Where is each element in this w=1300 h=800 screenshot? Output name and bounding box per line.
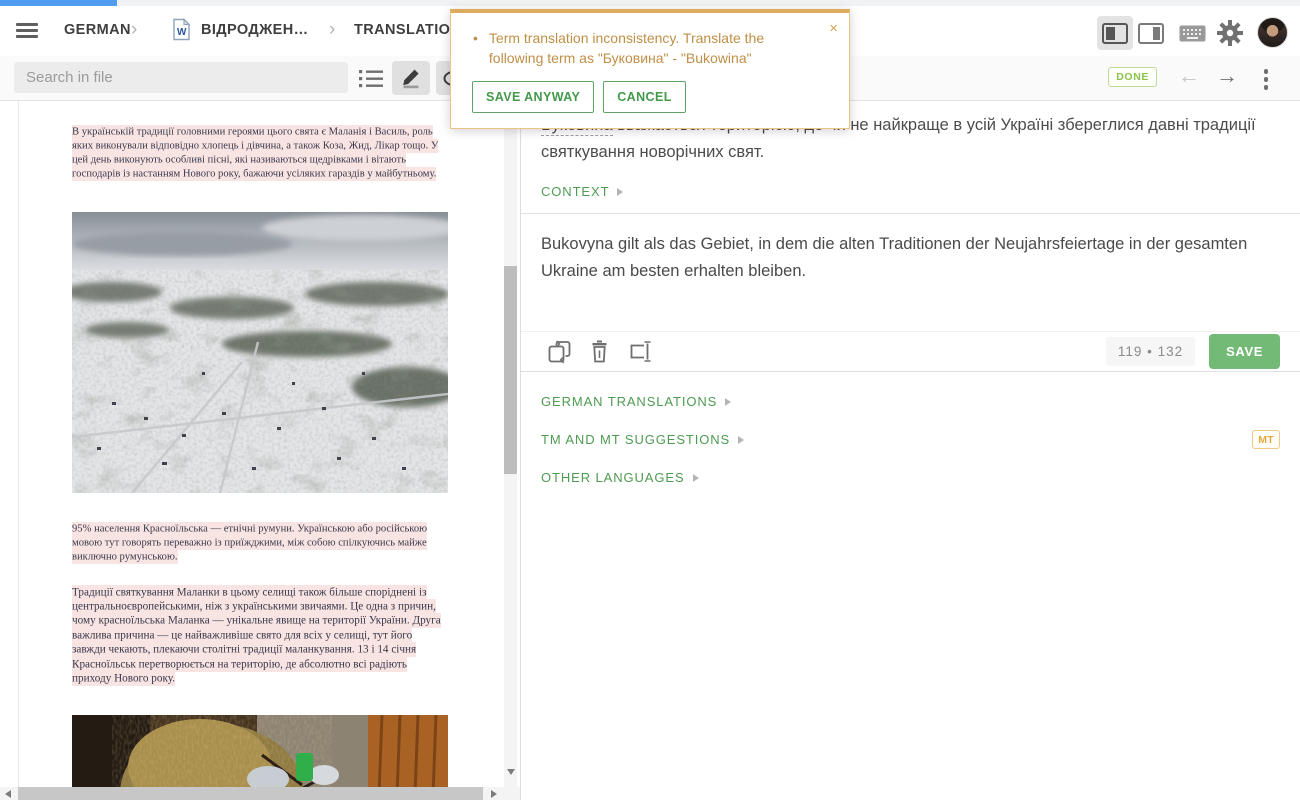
- gear-icon: [1217, 20, 1243, 46]
- translation-block: Bukovyna gilt als das Gebiet, in dem die…: [521, 214, 1300, 332]
- other-languages-toggle[interactable]: OTHER LANGUAGES: [541, 470, 1280, 485]
- document-segment[interactable]: В українській традиції головними героями…: [72, 125, 448, 182]
- menu-button[interactable]: [16, 23, 38, 39]
- character-counter: 119 • 132: [1106, 337, 1195, 366]
- document-segment[interactable]: Традиції святкування Маланки в цьому сел…: [72, 585, 448, 686]
- strings-list-button[interactable]: [352, 61, 390, 95]
- next-string-button[interactable]: →: [1216, 63, 1238, 89]
- settings-button[interactable]: [1212, 16, 1248, 50]
- clear-translation-button[interactable]: [590, 340, 609, 363]
- select-all-button[interactable]: [628, 340, 653, 363]
- chevron-right-icon: ›: [131, 19, 137, 41]
- avatar[interactable]: [1257, 17, 1288, 48]
- breadcrumb-file[interactable]: ВІДРОДЖЕН…: [201, 22, 308, 38]
- document-image-aerial-village: [72, 212, 448, 493]
- save-button[interactable]: SAVE: [1209, 334, 1280, 369]
- pencil-icon: [401, 68, 422, 89]
- comfortable-view-button[interactable]: [1133, 16, 1169, 50]
- close-icon[interactable]: ×: [829, 21, 838, 36]
- warning-message: Term translation inconsistency. Translat…: [489, 28, 815, 68]
- side-by-side-view-button[interactable]: [1097, 16, 1133, 50]
- copy-source-button[interactable]: [548, 340, 571, 364]
- keyboard-shortcuts-button[interactable]: [1174, 16, 1210, 50]
- previous-string-button[interactable]: ←: [1178, 63, 1200, 89]
- string-status-badge: DONE: [1108, 67, 1157, 87]
- translation-input[interactable]: Bukovyna gilt als das Gebiet, in dem die…: [541, 231, 1280, 285]
- bullet-icon: •: [473, 28, 478, 68]
- document-segment[interactable]: 95% населення Красноїльська — етнічні ру…: [72, 522, 448, 565]
- expand-triangle-icon: [738, 436, 744, 444]
- scroll-down-arrow[interactable]: [507, 769, 515, 775]
- translation-action-bar: 119 • 132 SAVE: [521, 332, 1300, 372]
- breadcrumb-language[interactable]: GERMAN: [64, 22, 131, 38]
- word-file-icon: W: [172, 18, 191, 41]
- cancel-button[interactable]: CANCEL: [603, 81, 685, 113]
- horizontal-scrollbar-thumb[interactable]: [18, 787, 483, 800]
- document-preview-panel: В українській традиції головними героями…: [0, 101, 520, 800]
- keyboard-icon: [1179, 25, 1206, 42]
- more-options-button[interactable]: [1262, 67, 1271, 92]
- collapsible-sections: GERMAN TRANSLATIONS TM AND MT SUGGESTION…: [521, 372, 1300, 485]
- layout-left-panel-icon: [1102, 23, 1128, 44]
- translation-panel: Буковина вважається територією, де чи не…: [520, 101, 1300, 800]
- chevron-right-icon: ›: [329, 19, 335, 41]
- expand-triangle-icon: [617, 188, 623, 196]
- tm-mt-suggestions-toggle[interactable]: TM AND MT SUGGESTIONS MT: [541, 430, 1280, 449]
- document-page: В українській традиції головними героями…: [19, 101, 504, 787]
- vertical-scrollbar-thumb[interactable]: [504, 266, 517, 474]
- mt-badge: MT: [1252, 430, 1280, 449]
- translate-mode-button[interactable]: [392, 61, 430, 95]
- term-warning-popup: × • Term translation inconsistency. Tran…: [450, 9, 850, 129]
- save-anyway-button[interactable]: SAVE ANYWAY: [472, 81, 594, 113]
- document-image-hay-barn: [72, 715, 448, 787]
- search-input[interactable]: [14, 62, 348, 93]
- german-translations-toggle[interactable]: GERMAN TRANSLATIONS: [541, 394, 1280, 409]
- scroll-left-arrow[interactable]: [5, 790, 11, 798]
- breadcrumb-page[interactable]: TRANSLATION: [354, 22, 461, 38]
- scroll-right-arrow[interactable]: [491, 790, 497, 798]
- editor-window: GERMAN › W ВІДРОДЖЕН… › TRANSLATION: [0, 0, 1300, 800]
- svg-text:W: W: [177, 27, 187, 38]
- expand-triangle-icon: [725, 398, 731, 406]
- layout-right-panel-icon: [1138, 23, 1164, 44]
- list-icon: [359, 69, 383, 88]
- expand-triangle-icon: [693, 474, 699, 482]
- context-toggle[interactable]: CONTEXT: [541, 184, 623, 199]
